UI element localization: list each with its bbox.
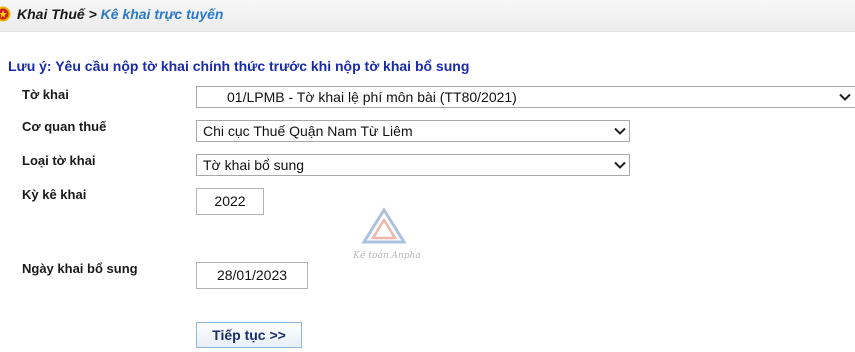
- loai-to-khai-label: Loại tờ khai: [22, 153, 96, 168]
- co-quan-thue-value: Chi cục Thuế Quận Nam Từ Liêm: [203, 123, 413, 139]
- ky-ke-khai-input[interactable]: 2022: [196, 188, 264, 215]
- breadcrumb: Khai Thuế > Kê khai trực tuyến: [17, 6, 223, 22]
- breadcrumb-separator: >: [88, 6, 97, 22]
- chevron-down-icon: [839, 93, 851, 101]
- loai-to-khai-select[interactable]: Tờ khai bổ sung: [196, 154, 630, 176]
- to-khai-value: 01/LPMB - Tờ khai lệ phí môn bài (TT80/2…: [227, 89, 517, 105]
- continue-button[interactable]: Tiếp tục >>: [196, 322, 302, 348]
- chevron-down-icon: [614, 161, 626, 169]
- to-khai-label: Tờ khai: [22, 87, 69, 102]
- notice-text: Lưu ý: Yêu cầu nộp tờ khai chính thức tr…: [8, 58, 470, 74]
- breadcrumb-current[interactable]: Kê khai trực tuyến: [101, 6, 224, 22]
- watermark-text: Kế toán Anpha: [353, 251, 421, 261]
- breadcrumb-khai-thue[interactable]: Khai Thuế: [17, 6, 85, 22]
- breadcrumb-bar: Khai Thuế > Kê khai trực tuyến: [0, 0, 855, 32]
- co-quan-thue-label: Cơ quan thuế: [22, 119, 107, 134]
- watermark: Kế toán Anpha: [352, 206, 422, 262]
- co-quan-thue-select[interactable]: Chi cục Thuế Quận Nam Từ Liêm: [196, 120, 630, 142]
- ngay-khai-bo-sung-input[interactable]: 28/01/2023: [196, 262, 308, 289]
- chevron-down-icon: [614, 127, 626, 135]
- ngay-khai-bo-sung-label: Ngày khai bổ sung: [22, 261, 138, 276]
- to-khai-select[interactable]: 01/LPMB - Tờ khai lệ phí môn bài (TT80/2…: [196, 86, 855, 108]
- ky-ke-khai-label: Kỳ kê khai: [22, 187, 87, 202]
- national-emblem-icon: [0, 6, 11, 22]
- anpha-logo-icon: [361, 207, 407, 244]
- loai-to-khai-value: Tờ khai bổ sung: [203, 157, 305, 173]
